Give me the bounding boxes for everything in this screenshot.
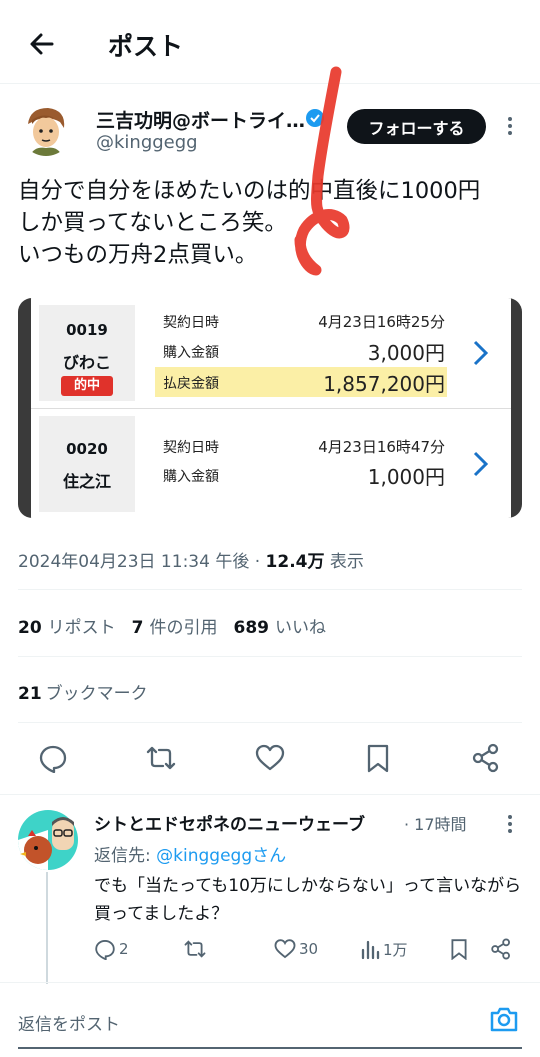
- bookmarks-stat: 21 ブックマーク: [18, 679, 148, 704]
- reply-retweet-button[interactable]: [184, 937, 209, 961]
- race-place: びわこ: [62, 353, 111, 372]
- view-count: 12.4万: [265, 552, 325, 572]
- reply-text: でも「当たっても10万にしかならない」って言いながら買ってましたよ？: [94, 876, 522, 924]
- race-place: 住之江: [62, 472, 111, 491]
- race-number: 0020: [66, 440, 108, 458]
- reply-icon: [95, 940, 115, 960]
- tweet-timestamp[interactable]: 2024年04月23日 11:34 午後 · 12.4万 表示: [18, 547, 364, 572]
- payout-value: 1,857,200円: [323, 372, 445, 396]
- quotes-label: 件の引用: [149, 618, 218, 638]
- quotes-count: 7: [131, 618, 144, 638]
- page-title: ポスト: [108, 32, 184, 61]
- likes-label: いいね: [275, 618, 327, 638]
- reply-like-button[interactable]: 30: [274, 937, 318, 961]
- bet-receipt: 0019 びわこ 的中 契約日時 4月23日16時25分 購入金額 3,000円…: [31, 298, 511, 518]
- purchase-label: 購入金額: [163, 469, 219, 485]
- engagement-stats: 20 リポスト 7 件の引用 689 いいね: [18, 613, 326, 638]
- likes-stat[interactable]: 689 いいね: [234, 618, 327, 638]
- share-icon: [491, 938, 510, 960]
- reply-to-handle[interactable]: @kinggeggさん: [156, 846, 286, 866]
- reply-bookmark-button[interactable]: [448, 937, 473, 961]
- thread-line: [46, 872, 48, 984]
- bookmark-icon: [451, 939, 467, 960]
- views-label: 表示: [324, 552, 364, 572]
- divider: [0, 982, 540, 983]
- bookmark-button[interactable]: [363, 743, 393, 773]
- purchase-label: 購入金額: [163, 345, 219, 361]
- retweet-button[interactable]: [146, 743, 176, 773]
- camera-icon: [490, 1007, 518, 1032]
- retweet-icon: [184, 940, 206, 958]
- bet-receipt-image[interactable]: 0019 びわこ 的中 契約日時 4月23日16時25分 購入金額 3,000円…: [18, 298, 522, 518]
- reply-to-label: 返信先:: [94, 846, 157, 866]
- tweet-text: 自分で自分をほめたいのは的中直後に1000円 しか買ってないところ笑。 いつもの…: [18, 178, 481, 268]
- contract-value: 4月23日16時47分: [318, 438, 445, 456]
- back-arrow-icon: [30, 33, 54, 55]
- reply-likes-count: 30: [299, 940, 319, 958]
- race-info: 0019 びわこ 的中: [39, 305, 135, 401]
- camera-button[interactable]: [488, 1003, 520, 1035]
- bookmarks-count: 21: [18, 684, 42, 704]
- likes-count: 689: [233, 618, 270, 638]
- reply-input[interactable]: 返信をポスト: [18, 1010, 120, 1035]
- share-icon: [472, 743, 499, 773]
- payout-label: 払戻金額: [163, 376, 219, 392]
- more-icon: [508, 117, 512, 135]
- purchase-value: 3,000円: [367, 341, 445, 365]
- race-number: 0019: [66, 321, 108, 339]
- divider: [18, 589, 522, 590]
- reply-button[interactable]: [38, 743, 68, 773]
- bet-row: 0020 住之江 契約日時 4月23日16時47分 購入金額 1,000円: [31, 408, 511, 518]
- chevron-right-icon: [473, 451, 489, 477]
- separator: ·: [249, 552, 266, 572]
- contract-value: 4月23日16時25分: [318, 313, 445, 331]
- reply-icon: [39, 745, 67, 773]
- bet-row: 0019 びわこ 的中 契約日時 4月23日16時25分 購入金額 3,000円…: [31, 298, 511, 408]
- timestamp-date: 2024年04月23日 11:34 午後: [18, 552, 250, 572]
- bookmarks-label: ブックマーク: [45, 684, 148, 704]
- reply-avatar[interactable]: [18, 810, 78, 870]
- like-icon: [274, 939, 296, 959]
- reposts-label: リポスト: [47, 618, 116, 638]
- verified-badge-icon: [305, 108, 325, 128]
- reply-replies-count: 2: [119, 940, 129, 958]
- reposts-count: 20: [18, 618, 42, 638]
- like-button[interactable]: [255, 743, 285, 773]
- more-options-button[interactable]: [500, 114, 520, 138]
- reposts-stat[interactable]: 20 リポスト: [18, 618, 116, 638]
- author-name[interactable]: 三吉功明@ボートライ…: [96, 106, 305, 133]
- share-button[interactable]: [471, 743, 501, 773]
- input-underline: [18, 1047, 522, 1049]
- bookmark-icon: [367, 744, 389, 773]
- reply-reply-button[interactable]: 2: [94, 937, 129, 961]
- reply-views-button[interactable]: 1万: [360, 937, 408, 961]
- reply-views-count: 1万: [383, 940, 408, 959]
- purchase-value: 1,000円: [367, 465, 445, 489]
- more-icon: [508, 815, 512, 833]
- reply-to: 返信先: @kinggeggさん: [94, 841, 286, 866]
- retweet-icon: [146, 746, 176, 770]
- divider: [0, 794, 540, 795]
- contract-label: 契約日時: [163, 315, 219, 331]
- divider: [18, 656, 522, 657]
- quotes-stat[interactable]: 7 件の引用: [132, 618, 218, 638]
- reply-share-button[interactable]: [490, 937, 515, 961]
- reply-time[interactable]: · 17時間: [404, 811, 467, 835]
- reply-author-name[interactable]: シトとエドセポネのニューウェーブ: [94, 810, 365, 835]
- divider: [18, 722, 522, 723]
- race-info: 0020 住之江: [39, 416, 135, 512]
- hit-badge: 的中: [61, 376, 113, 396]
- contract-label: 契約日時: [163, 440, 219, 456]
- top-bar: ポスト: [0, 0, 540, 84]
- author-handle[interactable]: @kinggegg: [96, 132, 198, 153]
- chevron-right-icon: [473, 340, 489, 366]
- like-icon: [255, 744, 285, 771]
- follow-button[interactable]: フォローする: [347, 109, 486, 144]
- author-avatar[interactable]: [20, 104, 72, 156]
- back-button[interactable]: [22, 24, 62, 64]
- views-icon: [361, 940, 380, 960]
- reply-more-button[interactable]: [500, 812, 520, 836]
